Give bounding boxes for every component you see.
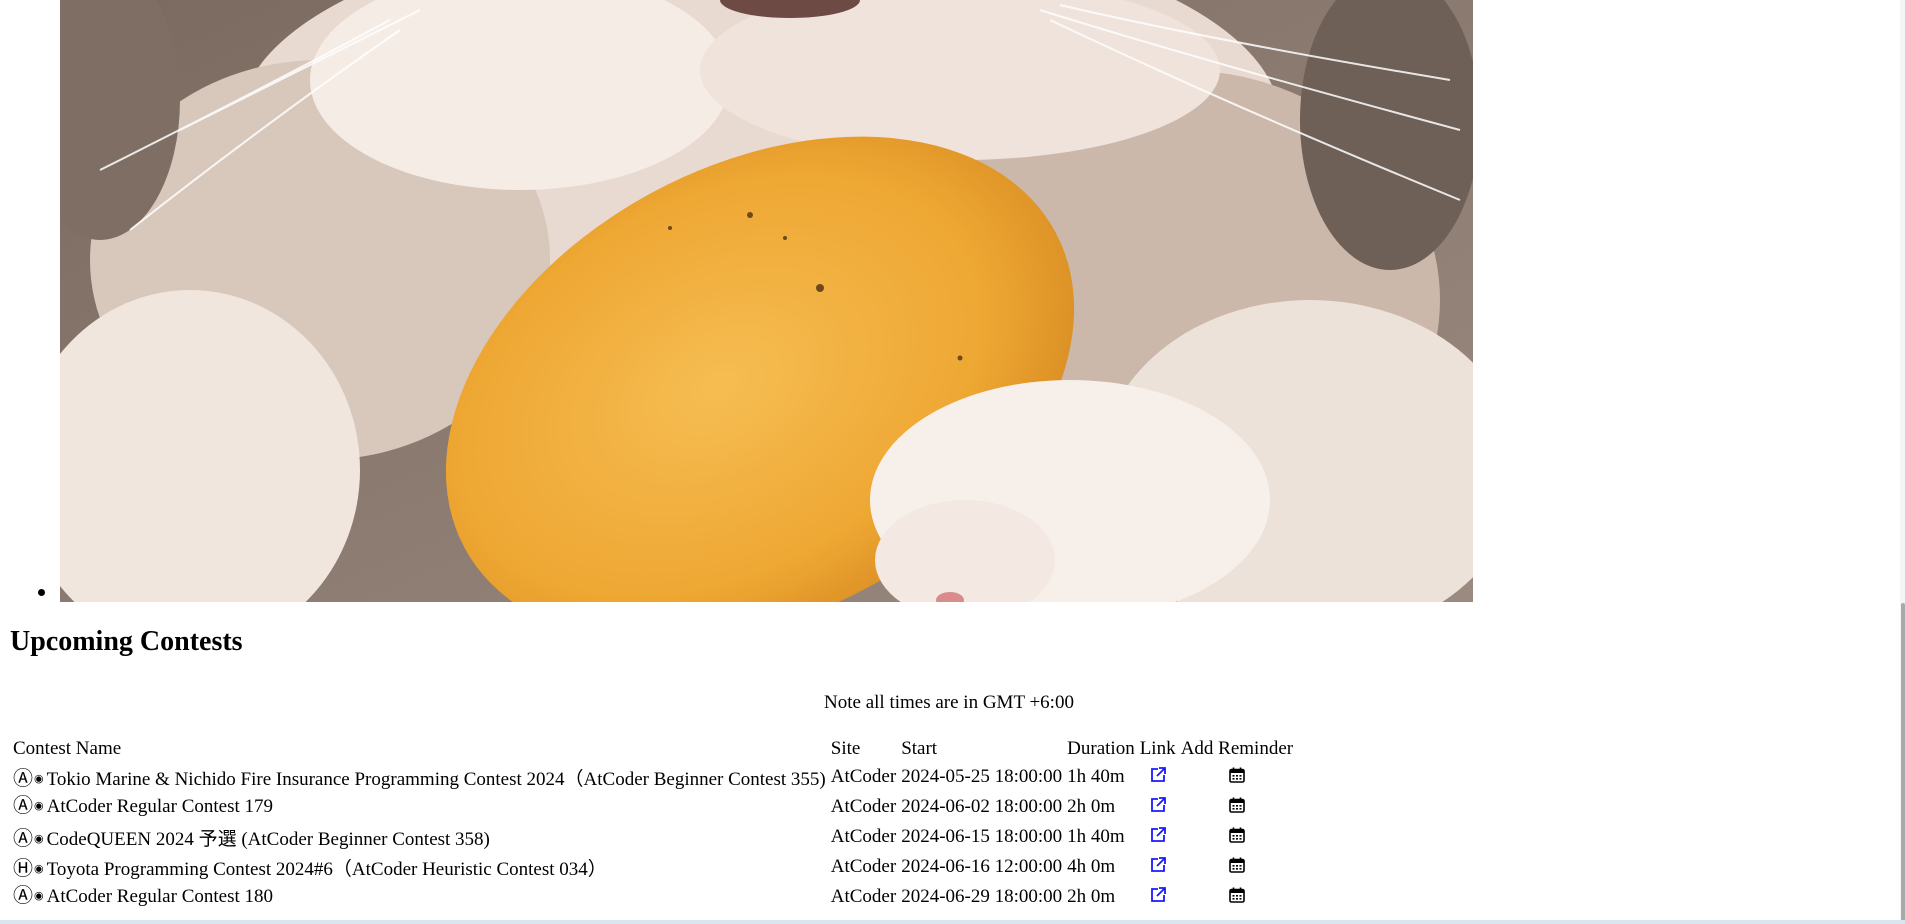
contest-reminder-cell	[1178, 791, 1295, 821]
table-row: Ⓐ◉ CodeQUEEN 2024 予選 (AtCoder Beginner Co…	[10, 821, 1295, 851]
contest-site: AtCoder	[830, 796, 897, 817]
external-link-icon[interactable]	[1149, 826, 1167, 844]
cat-photo	[60, 0, 1473, 602]
contest-reminder-cell	[1178, 821, 1295, 851]
status-dot-icon: ◉	[34, 772, 44, 785]
contest-link-cell	[1137, 791, 1178, 821]
contest-name: Tokio Marine & Nichido Fire Insurance Pr…	[46, 768, 826, 790]
page-title: Upcoming Contests	[10, 626, 243, 657]
contests-table-body: Ⓐ◉ Tokio Marine & Nichido Fire Insurance …	[10, 761, 1295, 911]
status-dot-icon: ◉	[34, 862, 44, 875]
contest-reminder-cell	[1178, 851, 1295, 881]
add-reminder-calendar-icon[interactable]	[1228, 886, 1246, 904]
contest-name-cell: Ⓐ◉ Tokio Marine & Nichido Fire Insurance …	[10, 761, 828, 791]
table-row: Ⓐ◉ AtCoder Regular Contest 179 AtCoder 2024…	[10, 791, 1295, 821]
table-row: Ⓐ◉ Tokio Marine & Nichido Fire Insurance …	[10, 761, 1295, 791]
contest-link-cell	[1137, 881, 1178, 911]
page: Upcoming Contests Note all times are in …	[0, 0, 1905, 924]
column-header-reminder: Add Reminder	[1180, 738, 1294, 759]
add-reminder-calendar-icon[interactable]	[1228, 856, 1246, 874]
contest-name: Toyota Programming Contest 2024#6（AtCode…	[46, 858, 607, 880]
table-row: Ⓗ◉ Toyota Programming Contest 2024#6（AtCo…	[10, 851, 1295, 881]
status-dot-icon: ◉	[34, 800, 44, 812]
horizontal-scrollbar[interactable]	[0, 920, 1905, 924]
status-dot-icon: ◉	[34, 890, 44, 902]
status-dot-icon: ◉	[34, 832, 44, 845]
scrollbar-thumb[interactable]	[1901, 603, 1905, 921]
contest-duration: 2h 0m	[1067, 796, 1116, 817]
contest-name: AtCoder Regular Contest 180	[46, 886, 273, 907]
column-header-start: Start	[901, 738, 938, 759]
column-header-duration: Duration	[1067, 738, 1135, 759]
contest-name: AtCoder Regular Contest 179	[46, 796, 273, 817]
contest-site: AtCoder	[830, 856, 897, 877]
list-bullet	[38, 589, 45, 596]
contest-start: 2024-06-29 18:00:00	[901, 886, 1063, 907]
contest-start: 2024-06-15 18:00:00	[901, 826, 1063, 847]
contest-site: AtCoder	[830, 766, 897, 787]
external-link-icon[interactable]	[1149, 886, 1167, 904]
contest-duration: 2h 0m	[1067, 886, 1116, 907]
column-header-name: Contest Name	[13, 738, 122, 759]
add-reminder-calendar-icon[interactable]	[1228, 796, 1246, 814]
contest-duration: 1h 40m	[1067, 826, 1125, 847]
contests-table: Contest Name Site Start Duration Link Ad…	[10, 735, 1295, 911]
contest-site: AtCoder	[830, 886, 897, 907]
contest-start: 2024-05-25 18:00:00	[901, 766, 1063, 787]
contest-reminder-cell	[1178, 881, 1295, 911]
contest-name: CodeQUEEN 2024 予選 (AtCoder Beginner Cont…	[46, 828, 490, 850]
vertical-scrollbar[interactable]	[1900, 0, 1905, 921]
table-header-row: Contest Name Site Start Duration Link Ad…	[10, 735, 1295, 761]
contest-reminder-cell	[1178, 761, 1295, 791]
external-link-icon[interactable]	[1149, 766, 1167, 784]
contest-duration: 1h 40m	[1067, 766, 1125, 787]
contest-site: AtCoder	[830, 826, 897, 847]
contest-start: 2024-06-16 12:00:00	[901, 856, 1063, 877]
external-link-icon[interactable]	[1149, 796, 1167, 814]
atcoder-a-icon: Ⓐ	[13, 767, 33, 790]
contest-name-cell: Ⓗ◉ Toyota Programming Contest 2024#6（AtCo…	[10, 851, 828, 881]
contest-link-cell	[1137, 851, 1178, 881]
contest-name-cell: Ⓐ◉ CodeQUEEN 2024 予選 (AtCoder Beginner Co…	[10, 821, 828, 851]
contest-link-cell	[1137, 761, 1178, 791]
atcoder-a-icon: Ⓐ	[13, 885, 33, 907]
contest-link-cell	[1137, 821, 1178, 851]
timezone-note: Note all times are in GMT +6:00	[824, 692, 1074, 713]
table-row: Ⓐ◉ AtCoder Regular Contest 180 AtCoder 2024…	[10, 881, 1295, 911]
contest-duration: 4h 0m	[1067, 856, 1116, 877]
add-reminder-calendar-icon[interactable]	[1228, 826, 1246, 844]
atcoder-a-icon: Ⓐ	[13, 827, 33, 850]
contest-name-cell: Ⓐ◉ AtCoder Regular Contest 179	[10, 791, 828, 821]
add-reminder-calendar-icon[interactable]	[1228, 766, 1246, 784]
atcoder-h-icon: Ⓗ	[13, 857, 33, 880]
column-header-site: Site	[830, 738, 861, 759]
contest-name-cell: Ⓐ◉ AtCoder Regular Contest 180	[10, 881, 828, 911]
column-header-link: Link	[1139, 738, 1176, 759]
atcoder-a-icon: Ⓐ	[13, 795, 33, 817]
contest-start: 2024-06-02 18:00:00	[901, 796, 1063, 817]
cat-photo-illustration	[60, 0, 1473, 602]
external-link-icon[interactable]	[1149, 856, 1167, 874]
